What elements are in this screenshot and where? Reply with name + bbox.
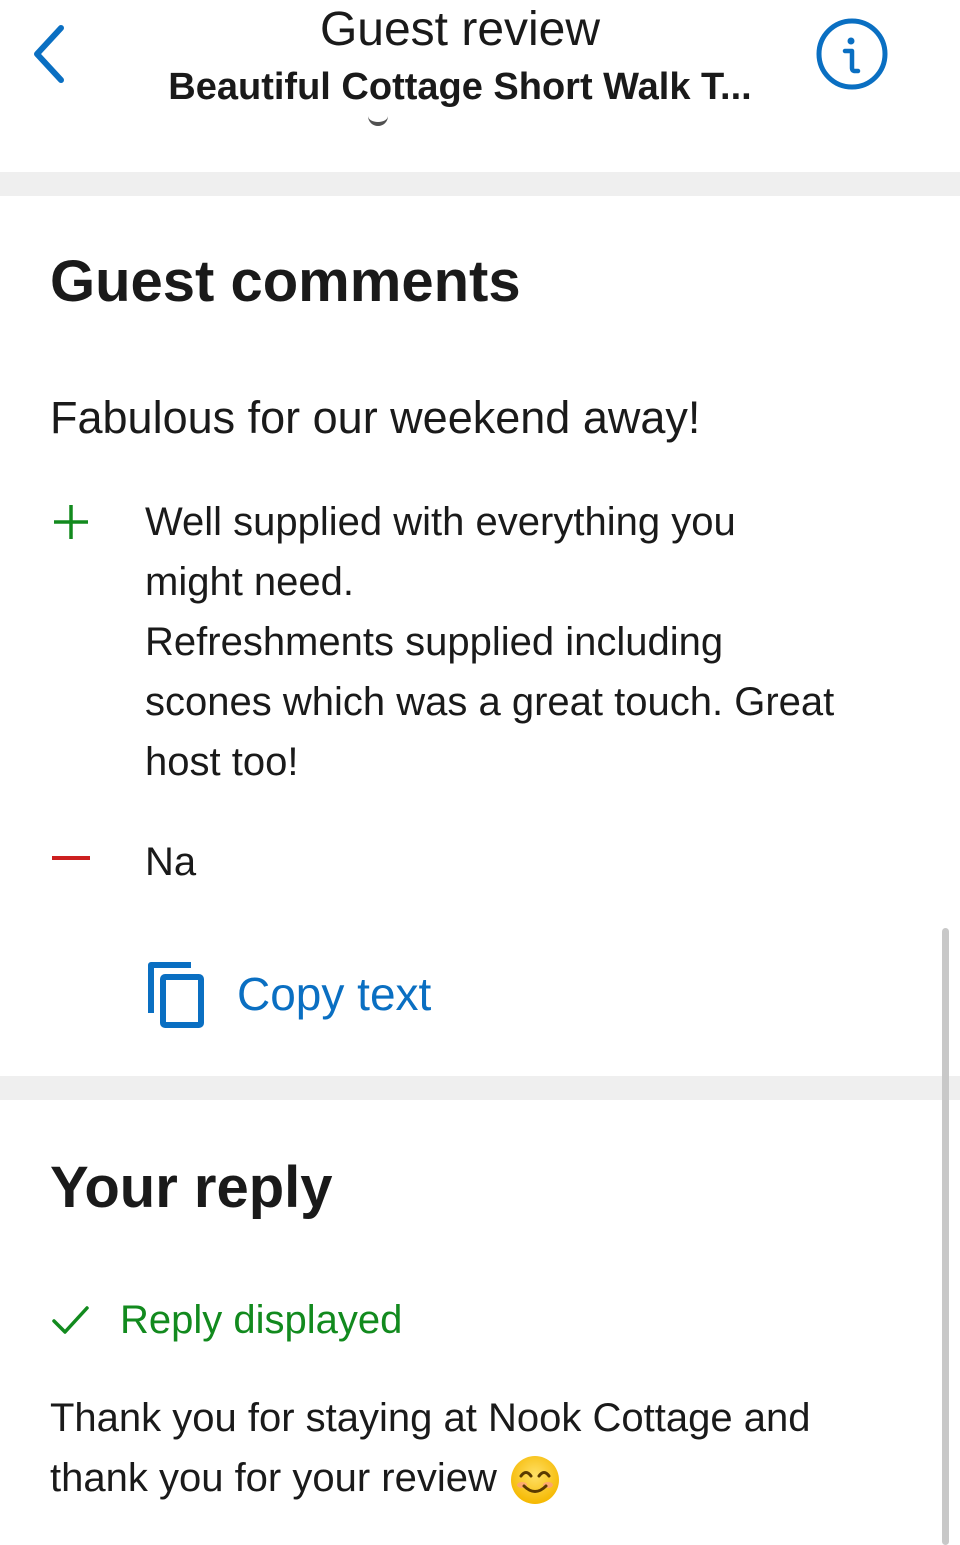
positive-comment-line: Well supplied with everything you [145, 500, 736, 544]
your-reply-heading: Your reply [50, 1155, 333, 1220]
property-name: Beautiful Cottage Short Walk T... [168, 66, 752, 108]
review-headline: Fabulous for our weekend away! [50, 392, 701, 443]
copy-text-button[interactable]: Copy text [145, 956, 431, 1032]
section-divider [0, 172, 960, 196]
negative-comment: Na [145, 840, 197, 884]
reply-text-line-with-emoji: thank you for your review [50, 1448, 910, 1508]
checkmark-icon [52, 1306, 89, 1334]
copy-icon [148, 962, 204, 1028]
guest-comments-heading: Guest comments [50, 249, 521, 314]
positive-comment-line: scones which was a great touch. Great [145, 680, 835, 724]
positive-comment: Well supplied with everything you might … [145, 492, 915, 792]
reply-text-line: thank you for your review [50, 1456, 497, 1500]
reply-text: Thank you for staying at Nook Cottage an… [50, 1388, 910, 1508]
back-button[interactable] [14, 14, 84, 94]
chevron-left-icon [34, 25, 64, 83]
copy-text-label: Copy text [237, 968, 432, 1020]
reply-status-label: Reply displayed [120, 1297, 403, 1342]
reply-text-line: Thank you for staying at Nook Cottage an… [50, 1396, 811, 1440]
top-navigation-bar: Guest review Beautiful Cottage Short Wal… [0, 0, 960, 172]
guest-review-screen: Guest review Beautiful Cottage Short Wal… [0, 0, 960, 1545]
positive-comment-line: Refreshments supplied including [145, 620, 724, 664]
plus-icon [54, 505, 88, 539]
positive-comment-line: host too! [145, 740, 299, 784]
page-title: Guest review [319, 3, 601, 56]
info-circle-icon [816, 18, 888, 90]
minus-icon [52, 856, 90, 860]
info-button[interactable] [814, 16, 890, 92]
scroll-indicator [368, 112, 388, 126]
reply-status: Reply displayed [50, 1292, 402, 1348]
positive-comment-line: might need. [145, 560, 355, 604]
scrollbar[interactable] [942, 928, 949, 1545]
section-divider [0, 1076, 960, 1100]
smiling-face-emoji-icon [510, 1456, 559, 1505]
